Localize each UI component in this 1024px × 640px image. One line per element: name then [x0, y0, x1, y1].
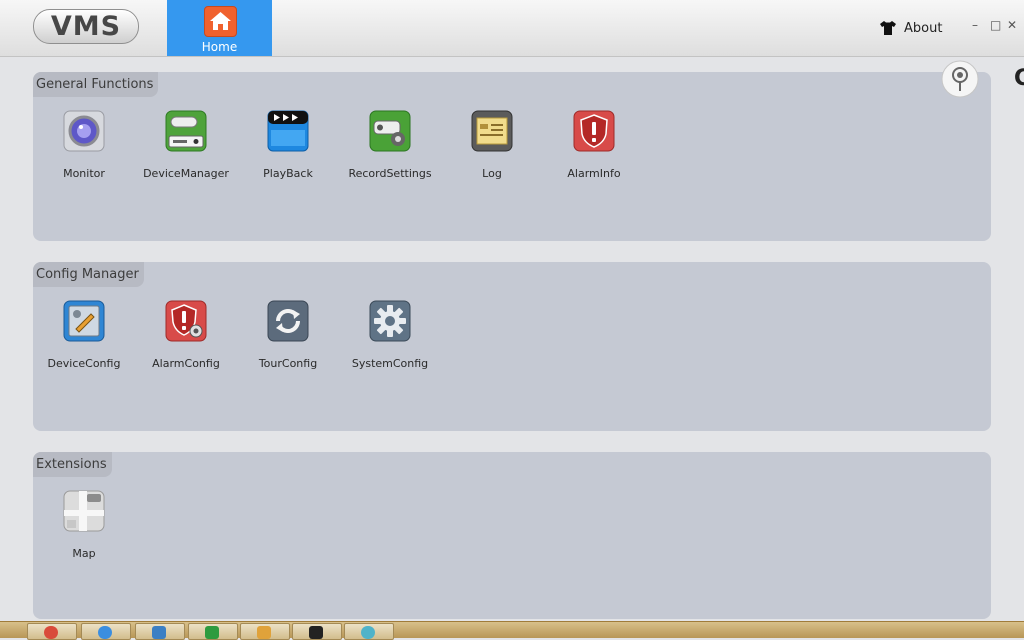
tour-config-icon [267, 300, 309, 342]
alarm-info-icon [573, 110, 615, 152]
about-label: About [904, 20, 943, 36]
panel-title: Config Manager [33, 262, 144, 287]
store-icon [205, 626, 219, 639]
playback-launcher[interactable]: PlayBack [237, 110, 339, 190]
home-icon [204, 6, 237, 37]
device-manager-launcher[interactable]: DeviceManager [135, 110, 237, 190]
explorer-icon [152, 626, 166, 639]
tour-config-launcher[interactable]: TourConfig [237, 300, 339, 380]
launcher-label: RecordSettings [348, 167, 432, 180]
alarm-info-launcher[interactable]: AlarmInfo [543, 110, 645, 190]
tab-home[interactable]: Home [167, 0, 272, 56]
title-bar: VMS Home About – □ ✕ [0, 0, 1024, 57]
vms-icon [361, 626, 375, 639]
launcher-label: PlayBack [263, 167, 313, 180]
side-glyph: C [1014, 66, 1024, 91]
tab-home-label: Home [201, 40, 238, 54]
cmd-icon [309, 626, 323, 639]
launcher-label: DeviceManager [143, 167, 229, 180]
system-config-launcher[interactable]: SystemConfig [339, 300, 441, 380]
device-config-icon [63, 300, 105, 342]
launcher-label: AlarmInfo [567, 167, 621, 180]
taskbar-chrome[interactable] [27, 623, 77, 640]
log-launcher[interactable]: Log [441, 110, 543, 190]
shirt-icon [880, 21, 896, 35]
log-icon [471, 110, 513, 152]
launcher-label: DeviceConfig [47, 357, 121, 370]
app-logo: VMS [33, 9, 139, 44]
map-launcher[interactable]: Map [33, 490, 135, 570]
minimize-button[interactable]: – [972, 18, 978, 32]
maximize-button[interactable]: □ [990, 18, 1001, 32]
monitor-icon [63, 110, 105, 152]
chrome-icon [44, 626, 58, 639]
taskbar-store[interactable] [188, 623, 238, 640]
taskbar-explorer[interactable] [135, 623, 185, 640]
playback-icon [267, 110, 309, 152]
paint-icon [257, 626, 271, 639]
alarm-config-icon [165, 300, 207, 342]
launcher-label: AlarmConfig [152, 357, 220, 370]
panel-title: General Functions [33, 72, 159, 97]
general-functions-panel: General Functions Monitor DeviceManager … [33, 72, 991, 241]
about-button[interactable]: About [879, 18, 942, 38]
device-manager-icon [165, 110, 207, 152]
record-settings-launcher[interactable]: RecordSettings [339, 110, 441, 190]
launcher-label: SystemConfig [351, 357, 429, 370]
config-manager-panel: Config Manager DeviceConfig AlarmConfig [33, 262, 991, 431]
extensions-panel: Extensions Map [33, 452, 991, 619]
taskbar-cmd[interactable] [292, 623, 342, 640]
device-config-launcher[interactable]: DeviceConfig [33, 300, 135, 380]
pin-icon[interactable] [941, 60, 979, 98]
system-config-icon [369, 300, 411, 342]
alarm-config-launcher[interactable]: AlarmConfig [135, 300, 237, 380]
launcher-label: Log [482, 167, 502, 180]
launcher-label: Map [72, 547, 96, 560]
panel-title: Extensions [33, 452, 112, 477]
close-button[interactable]: ✕ [1007, 18, 1017, 32]
ie-icon [98, 626, 112, 639]
monitor-launcher[interactable]: Monitor [33, 110, 135, 190]
taskbar-vms[interactable] [344, 623, 394, 640]
launcher-label: TourConfig [258, 357, 318, 370]
taskbar-ie[interactable] [81, 623, 131, 640]
taskbar-paint[interactable] [240, 623, 290, 640]
launcher-label: Monitor [63, 167, 105, 180]
record-settings-icon [369, 110, 411, 152]
taskbar [0, 621, 1024, 640]
map-icon [63, 490, 105, 532]
